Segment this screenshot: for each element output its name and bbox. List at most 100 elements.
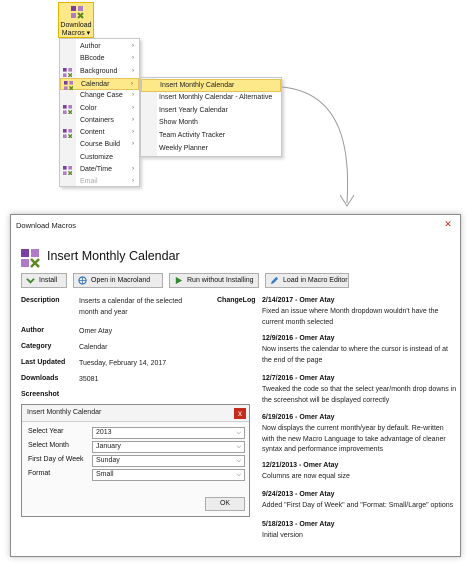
menu-item-author[interactable]: Author › — [60, 41, 139, 54]
screenshot-dialog-title: Insert Monthly Calendar — [27, 409, 102, 416]
menu-item-label: Calendar — [81, 80, 110, 88]
changelog-entry: 12/7/2016 - Omer Atay Tweaked the code so… — [262, 375, 457, 406]
install-button[interactable]: Install — [21, 273, 67, 288]
macro-screenshot: Insert Monthly Calendar x Select Year 20… — [21, 404, 250, 517]
changelog-text: Columns are now equal size — [262, 473, 350, 480]
changelog-text: Now inserts the calendar to where the cu… — [262, 346, 448, 364]
changelog-text: Added "First Day of Week" and "Format: S… — [262, 502, 454, 509]
menu-item-label: Customize — [80, 153, 114, 161]
submenu-item-team-activity-tracker[interactable]: Team Activity Tracker — [141, 130, 281, 143]
screenshot-label: Screenshot — [21, 391, 60, 398]
description-label: Description — [21, 297, 60, 304]
calendar-submenu: Insert Monthly Calendar Insert Monthly Ca… — [140, 77, 282, 157]
download-macros-dialog: Download Macros ✕ Insert Monthly Calenda… — [10, 214, 461, 557]
select-year-dropdown: 2013 ⌵ — [92, 427, 245, 439]
chevron-down-icon: ⌵ — [236, 458, 241, 464]
changelog-text: Tweaked the code so that the select year… — [262, 386, 457, 404]
changelog-heading: 12/9/2016 - Omer Atay — [262, 335, 335, 342]
changelog-heading: 5/18/2013 - Omer Atay — [262, 521, 335, 528]
downloads-label: Downloads — [21, 375, 59, 382]
screenshot-dialog-body: Select Year 2013 ⌵ Select Month January ⌵ … — [22, 421, 249, 516]
menu-item-label: Email — [80, 178, 98, 186]
ok-button: OK — [205, 497, 245, 511]
macro-icon — [71, 6, 84, 19]
menu-item-customize[interactable]: Customize — [60, 152, 139, 165]
menu-item-containers[interactable]: Containers › — [60, 115, 139, 128]
pencil-icon — [270, 276, 279, 285]
chevron-right-icon: › — [132, 92, 134, 99]
menu-item-label: Course Build — [80, 141, 121, 149]
macro-icon — [63, 104, 72, 114]
download-macros-button[interactable]: Download Macros ▾ — [58, 2, 94, 38]
submenu-item-weekly-planner[interactable]: Weekly Planner — [141, 143, 281, 156]
chevron-right-icon: › — [132, 178, 134, 185]
select-month-label: Select Month — [28, 442, 69, 449]
changelog-heading: 12/21/2013 - Omer Atay — [262, 462, 339, 469]
chevron-right-icon: › — [131, 80, 133, 87]
open-in-macroland-button[interactable]: Open in Macroland — [73, 273, 163, 288]
menu-item-label: Content — [80, 129, 105, 137]
menu-item-label: BBcode — [80, 55, 105, 63]
changelog-entry: 2/14/2017 - Omer Atay Fixed an issue wher… — [262, 297, 457, 328]
last-updated-label: Last Updated — [21, 359, 66, 366]
last-updated-value: Tuesday, February 14, 2017 — [79, 360, 167, 367]
close-icon: x — [234, 408, 246, 419]
downloads-value: 35081 — [79, 376, 99, 383]
chevron-down-icon: ⌵ — [236, 430, 241, 436]
submenu-item-insert-monthly-calendar-alternative[interactable]: Insert Monthly Calendar - Alternative — [141, 92, 281, 105]
submenu-item-insert-monthly-calendar[interactable]: Insert Monthly Calendar — [141, 79, 281, 92]
changelog-entry: 5/18/2013 - Omer Atay Initial version — [262, 521, 457, 542]
menu-item-course-build[interactable]: Course Build › — [60, 139, 139, 152]
load-in-macro-editor-button[interactable]: Load in Macro Editor — [265, 273, 349, 288]
changelog-heading: 2/14/2017 - Omer Atay — [262, 297, 335, 304]
submenu-item-label: Insert Monthly Calendar — [160, 82, 235, 89]
format-label: Format — [28, 470, 51, 477]
macro-icon — [63, 67, 72, 77]
menu-item-change-case[interactable]: Change Case › — [60, 90, 139, 103]
submenu-item-show-month[interactable]: Show Month — [141, 117, 281, 130]
menu-item-label: Author — [80, 43, 101, 50]
macro-icon — [21, 249, 40, 268]
changelog-heading: 6/19/2016 - Omer Atay — [262, 414, 335, 421]
menu-item-date-time[interactable]: Date/Time › — [60, 164, 139, 177]
menu-item-content[interactable]: Content › — [60, 127, 139, 140]
submenu-item-insert-yearly-calendar[interactable]: Insert Yearly Calendar — [141, 105, 281, 118]
menu-item-calendar[interactable]: Calendar › — [60, 77, 139, 91]
changelog-text: Initial version — [262, 532, 303, 539]
changelog-text: Now displays the current month/year by d… — [262, 425, 446, 453]
submenu-item-label: Insert Yearly Calendar — [159, 106, 228, 114]
chevron-right-icon: › — [132, 129, 134, 136]
chevron-right-icon: › — [132, 55, 134, 62]
submenu-item-label: Insert Monthly Calendar - Alternative — [159, 93, 273, 101]
changelog-label: ChangeLog — [217, 297, 256, 304]
chevron-right-icon: › — [132, 116, 134, 123]
chevron-right-icon: › — [132, 166, 134, 172]
menu-item-bbcode[interactable]: BBcode › — [60, 53, 139, 66]
menu-item-color[interactable]: Color › — [60, 103, 139, 116]
submenu-item-label: Team Activity Tracker — [159, 132, 226, 140]
author-value: Omer Atay — [79, 328, 113, 335]
changelog-text: Fixed an issue where Month dropdown woul… — [262, 308, 439, 326]
changelog-entry: 9/24/2013 - Omer Atay Added "First Day of… — [262, 491, 457, 512]
menu-item-email[interactable]: Email › — [60, 176, 139, 189]
run-without-installing-button[interactable]: Run without Installing — [169, 273, 259, 288]
submenu-item-label: Weekly Planner — [159, 145, 208, 152]
play-icon — [175, 276, 183, 285]
close-icon[interactable]: ✕ — [442, 219, 454, 230]
first-day-of-week-label: First Day of Week — [28, 456, 84, 463]
macro-icon — [64, 80, 73, 90]
macro-icon — [63, 166, 72, 175]
chevron-right-icon: › — [132, 141, 134, 148]
menu-item-label: Background — [80, 67, 118, 75]
macro-category-menu: Author › BBcode › Background › Calendar › Change… — [59, 38, 140, 187]
changelog-heading: 12/7/2016 - Omer Atay — [262, 375, 335, 382]
chevron-down-icon: ⌵ — [236, 472, 241, 478]
description-value: Inserts a calendar of the selected month… — [79, 298, 183, 316]
download-macros-label: Download Macros ▾ — [60, 22, 92, 37]
menu-item-background[interactable]: Background › — [60, 66, 139, 79]
menu-item-label: Date/Time — [80, 166, 113, 173]
category-value: Calendar — [79, 344, 108, 351]
chevron-right-icon: › — [132, 43, 134, 49]
menu-item-label: Color — [80, 104, 97, 112]
changelog-entry: 12/9/2016 - Omer Atay Now inserts the cal… — [262, 335, 457, 366]
